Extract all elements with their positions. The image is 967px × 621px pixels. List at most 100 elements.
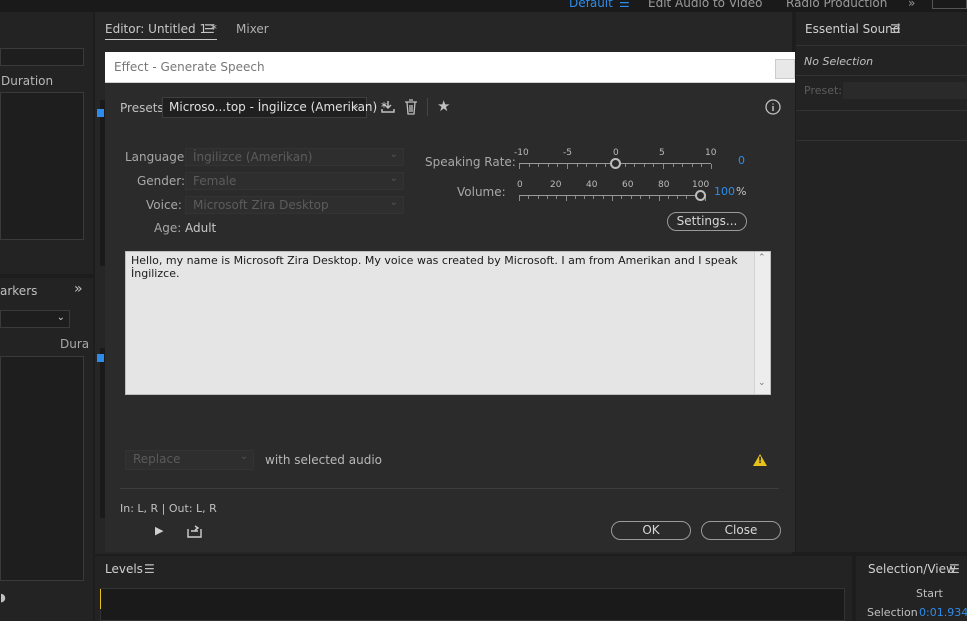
selection-view-panel: Selection/View ☰ Start Selection 0:01.93…	[856, 556, 967, 621]
slider-tick-mark	[538, 164, 540, 167]
play-icon[interactable]: ▶	[155, 525, 163, 536]
language-label: Language:	[125, 150, 189, 164]
slider-tick-mark	[621, 196, 623, 199]
levels-title[interactable]: Levels	[105, 562, 143, 576]
slider-tick-mark	[686, 196, 688, 199]
presets-dropdown[interactable]: Microso...top - İngilizce (Amerikan) * ⌄	[162, 97, 387, 118]
speaker-icon[interactable]: ◗	[0, 592, 6, 603]
speech-text-input[interactable]: Hello, my name is Microsoft Zira Desktop…	[125, 251, 771, 395]
gender-value: Female	[193, 174, 237, 188]
favorite-star-icon[interactable]: ★	[437, 99, 450, 114]
scroll-down-icon[interactable]: ⌄	[758, 378, 766, 388]
scroll-up-icon[interactable]: ⌃	[758, 253, 766, 263]
chevron-down-icon: ⌄	[239, 451, 248, 462]
speaking-rate-tick: -5	[563, 148, 572, 158]
slider-tick-mark	[547, 164, 549, 167]
language-dropdown[interactable]: İngilizce (Amerikan) ⌄	[185, 148, 404, 166]
speech-text: Hello, my name is Microsoft Zira Desktop…	[131, 254, 738, 280]
files-list[interactable]	[0, 92, 84, 240]
warning-icon[interactable]: !	[753, 454, 767, 466]
slider-tick-mark	[624, 164, 626, 167]
essential-sound-title[interactable]: Essential Sound	[805, 22, 900, 36]
slider-tick-mark	[630, 196, 632, 199]
workspace-default[interactable]: Default	[569, 0, 613, 10]
dialog-title: Effect - Generate Speech	[114, 60, 265, 74]
ok-button[interactable]: OK	[611, 521, 691, 540]
workspace-edit-audio-to-video[interactable]: Edit Audio to Video	[648, 0, 762, 10]
volume-value[interactable]: 100	[714, 185, 735, 198]
speaking-rate-value[interactable]: 0	[738, 154, 745, 167]
workspace-menu-icon[interactable]: ☰	[619, 0, 630, 10]
selection-view-title[interactable]: Selection/View	[868, 562, 956, 576]
save-preset-icon[interactable]	[380, 99, 396, 118]
preset-label: Preset:	[804, 84, 843, 97]
markers-panel: arkers » ⌄ Dura ◗	[0, 278, 93, 621]
files-panel: Duration	[0, 12, 93, 274]
loop-export-icon[interactable]	[187, 524, 202, 541]
panel-overflow-icon[interactable]: »	[74, 282, 83, 296]
slider-tick-mark	[682, 164, 684, 167]
markers-dropdown[interactable]: ⌄	[0, 310, 70, 328]
slider-tick-mark	[634, 164, 636, 167]
slider-tick-mark	[643, 164, 645, 167]
volume-unit: %	[736, 185, 747, 198]
slider-tick-mark	[639, 196, 641, 199]
volume-slider-handle[interactable]	[695, 190, 706, 201]
slider-tick-mark	[595, 164, 597, 167]
workspace-radio-production[interactable]: Radio Production	[786, 0, 887, 10]
tab-mixer[interactable]: Mixer	[236, 22, 269, 36]
tab-editor[interactable]: Editor: Untitled 1 *	[105, 22, 217, 40]
slider-tick-mark	[586, 164, 588, 167]
slider-tick-mark	[557, 164, 559, 167]
speaking-rate-tick: 5	[659, 148, 665, 158]
slider-tick-mark	[667, 196, 669, 199]
speaking-rate-slider-handle[interactable]	[610, 158, 621, 169]
generate-speech-dialog: Effect - Generate Speech Presets: Micros…	[105, 52, 795, 552]
search-field[interactable]	[932, 0, 967, 9]
overflow-icon[interactable]: »	[908, 0, 915, 10]
close-button[interactable]: Close	[701, 521, 781, 540]
playhead-marker[interactable]	[97, 109, 104, 117]
files-search-input[interactable]	[0, 48, 84, 66]
settings-button[interactable]: Settings...	[667, 212, 747, 231]
delete-preset-icon[interactable]	[404, 99, 418, 118]
speaking-rate-tick-max: 10	[705, 148, 717, 158]
slider-tick-mark	[691, 164, 693, 167]
slider-tick-mark	[653, 164, 655, 167]
presets-label: Presets:	[120, 101, 168, 115]
text-scrollbar[interactable]: ⌃ ⌄	[754, 252, 770, 394]
replace-value: Replace	[133, 452, 181, 466]
dialog-titlebar[interactable]: Effect - Generate Speech	[105, 52, 795, 83]
voice-value: Microsoft Zira Desktop	[193, 198, 329, 212]
preset-dropdown[interactable]	[843, 82, 967, 99]
playhead-marker[interactable]	[97, 354, 104, 362]
speaking-rate-tick: 0	[613, 148, 619, 158]
editor-menu-icon[interactable]: ☰	[204, 23, 215, 35]
chevron-down-icon: ⌄	[389, 149, 398, 160]
slider-tick-mark	[519, 164, 520, 169]
gender-dropdown[interactable]: Female ⌄	[185, 172, 404, 190]
slider-tick-mark	[605, 164, 607, 167]
chevron-down-icon: ⌄	[389, 173, 398, 184]
slider-tick-mark	[576, 164, 578, 167]
start-column-header: Start	[916, 587, 943, 600]
selection-start-value[interactable]: 0:01.934	[919, 606, 967, 619]
info-icon[interactable]	[765, 99, 781, 118]
voice-dropdown[interactable]: Microsoft Zira Desktop ⌄	[185, 196, 404, 214]
top-toolbar: Default ☰ Edit Audio to Video Radio Prod…	[0, 0, 967, 12]
titlebar-close-button[interactable]	[775, 59, 795, 79]
slider-tick-mark	[556, 196, 558, 199]
replace-dropdown[interactable]: Replace ⌄	[125, 450, 254, 470]
markers-tab[interactable]: arkers	[0, 284, 37, 298]
selection-view-menu-icon[interactable]: ☰	[949, 563, 960, 575]
levels-panel: Levels ☰	[95, 556, 852, 621]
levels-menu-icon[interactable]: ☰	[144, 563, 155, 575]
slider-tick-mark	[677, 196, 679, 199]
volume-tick: 0	[517, 180, 523, 190]
dura-column-header[interactable]: Dura	[60, 337, 89, 351]
slider-tick-mark	[528, 196, 530, 199]
essential-sound-menu-icon[interactable]: ☰	[890, 23, 901, 35]
voice-label: Voice:	[146, 198, 182, 212]
duration-column-header[interactable]: Duration	[1, 74, 53, 88]
markers-list[interactable]	[0, 356, 84, 581]
